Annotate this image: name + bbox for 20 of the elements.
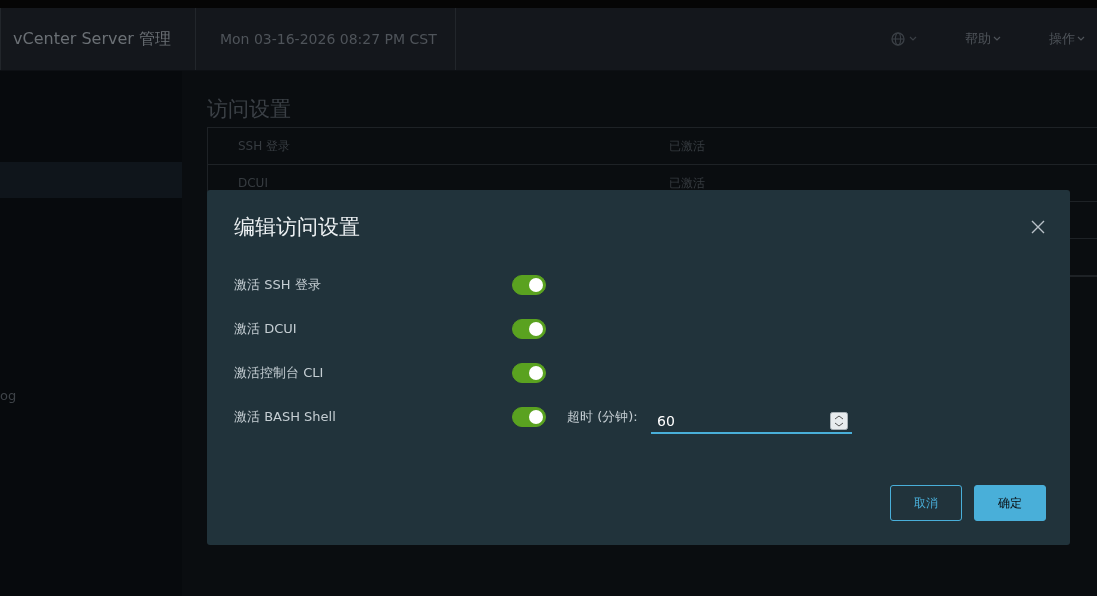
globe-icon [891, 32, 917, 46]
confirm-button[interactable]: 确定 [974, 485, 1046, 521]
caret-icon [993, 36, 1001, 42]
setting-label: 激活 BASH Shell [234, 408, 337, 426]
caret-icon [1077, 36, 1085, 42]
toggle-switch[interactable] [512, 319, 546, 339]
date-time: Mon 03-16-2026 08:27 PM CST [195, 8, 456, 70]
toggle-switch[interactable] [512, 363, 546, 383]
app-title: vCenter Server 管理 [0, 8, 196, 70]
spinner-icon[interactable] [830, 412, 848, 430]
dialog-title: 编辑访问设置 [234, 214, 360, 241]
timeout-field[interactable]: 60 [651, 410, 852, 434]
close-icon[interactable] [1031, 220, 1045, 234]
toggle-switch[interactable] [512, 275, 546, 295]
setting-label: 激活 SSH 登录 [234, 276, 322, 294]
setting-label: 激活控制台 CLI [234, 364, 325, 382]
cancel-button[interactable]: 取消 [890, 485, 962, 521]
setting-label: 激活 DCUI [234, 320, 298, 338]
timeout-label: 超时 (分钟): [567, 408, 639, 426]
toggle-switch[interactable] [512, 407, 546, 427]
